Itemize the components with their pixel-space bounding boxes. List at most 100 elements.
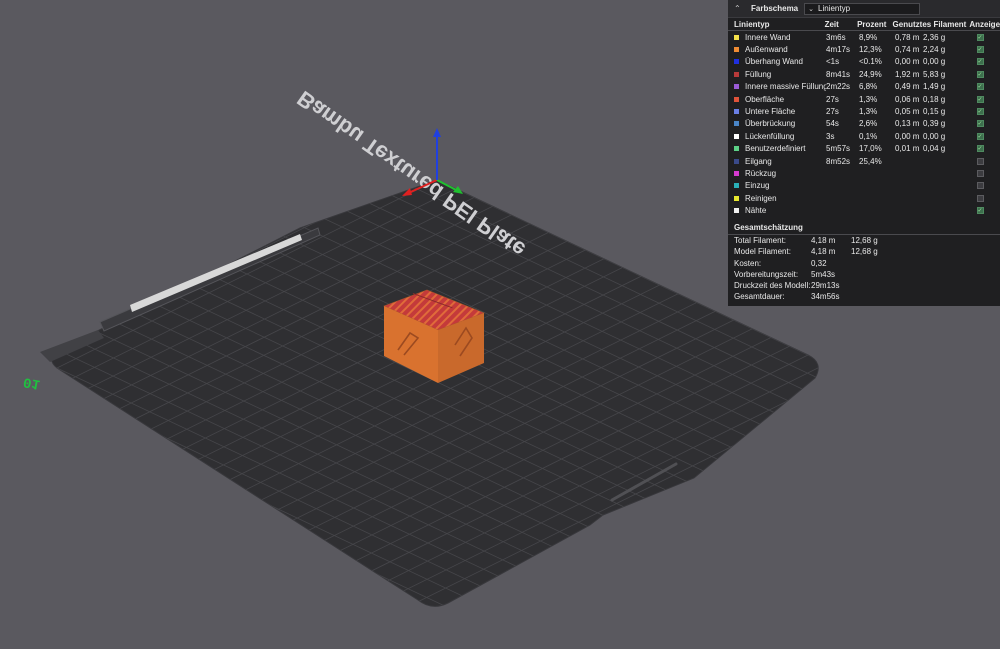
line-type-label: Überbrückung <box>745 119 796 129</box>
summary-label: Total Filament: <box>734 236 787 245</box>
color-swatch <box>734 121 739 127</box>
color-swatch <box>734 183 739 189</box>
line-type-name: Benutzerdefiniert <box>734 144 826 153</box>
color-swatch <box>734 195 739 201</box>
line-type-time: 8m52s <box>826 156 851 166</box>
summary-row: Kosten: 0,32 <box>728 257 1000 268</box>
visibility-checkbox[interactable] <box>976 182 984 190</box>
visibility-checkbox[interactable]: ✓ <box>976 46 984 54</box>
line-type-time: 27s <box>826 94 839 104</box>
legend-row: Innere Wand 3m6s 8,9% 0,78 m 2,36 g ✓ <box>728 31 1000 43</box>
line-type-label: Außenwand <box>745 45 788 55</box>
line-type-name: Oberfläche <box>734 95 826 104</box>
legend-title: Farbschema <box>751 4 799 13</box>
line-type-name: Einzug <box>734 181 826 190</box>
line-type-percent: 1,3% <box>859 107 878 117</box>
visibility-checkbox[interactable]: ✓ <box>976 207 984 215</box>
line-type-name: Eilgang <box>734 157 826 166</box>
show-toggle: ✓ <box>960 108 1000 116</box>
color-scheme-select[interactable]: ⌄ Linientyp <box>804 2 921 15</box>
line-type-time: 54s <box>826 119 839 129</box>
legend-row: Benutzerdefiniert 5m57s 17,0% 0,01 m 0,04 g ✓ <box>728 143 1000 155</box>
color-swatch <box>734 47 739 53</box>
visibility-checkbox[interactable]: ✓ <box>976 33 984 41</box>
line-type-name: Lückenfüllung <box>734 132 826 141</box>
line-type-length: 0,78 m <box>895 32 920 42</box>
summary-value-1: 29m13s <box>811 281 840 291</box>
line-type-name: Nähte <box>734 206 826 215</box>
visibility-checkbox[interactable]: ✓ <box>976 132 984 140</box>
line-type-label: Lückenfüllung <box>745 131 795 141</box>
legend-panel: ⌃ Farbschema ⌄ Linientyp Linientyp Zeit … <box>728 0 1000 306</box>
line-type-percent: <0.1% <box>859 57 882 67</box>
line-type-weight: 0,18 g <box>923 94 946 104</box>
visibility-checkbox[interactable] <box>976 169 984 177</box>
line-type-length: 0,74 m <box>895 45 920 55</box>
legend-row: Überbrückung 54s 2,6% 0,13 m 0,39 g ✓ <box>728 118 1000 130</box>
summary-title: Gesamtschätzung <box>728 222 1000 235</box>
show-toggle: ✓ <box>960 132 1000 140</box>
line-type-name: Überhang Wand <box>734 57 826 66</box>
show-toggle: ✓ <box>960 46 1000 54</box>
line-type-percent: 25,4% <box>859 156 882 166</box>
legend-row: Reinigen <box>728 192 1000 204</box>
line-type-length: 0,05 m <box>895 107 920 117</box>
visibility-checkbox[interactable]: ✓ <box>976 145 984 153</box>
line-type-length: 0,06 m <box>895 94 920 104</box>
show-toggle <box>960 182 1000 190</box>
line-type-weight: 0,39 g <box>923 119 946 129</box>
line-type-percent: 12,3% <box>859 45 882 55</box>
summary-value-1: 4,18 m <box>811 236 836 245</box>
line-type-label: Oberfläche <box>745 94 785 104</box>
visibility-checkbox[interactable] <box>976 194 984 202</box>
summary-value-1: 0,32 <box>811 258 827 268</box>
line-type-weight: 0,00 g <box>923 131 946 141</box>
visibility-checkbox[interactable]: ✓ <box>976 120 984 128</box>
summary-label: Druckzeit des Modell: <box>734 281 811 291</box>
legend-row: Oberfläche 27s 1,3% 0,06 m 0,18 g ✓ <box>728 93 1000 105</box>
legend-row: Rückzug <box>728 167 1000 179</box>
summary-value-1: 34m56s <box>811 292 840 302</box>
summary-value-1: 4,18 m <box>811 247 836 257</box>
summary-value-2: 12,68 g <box>851 236 878 245</box>
summary-row: Model Filament: 4,18 m 12,68 g <box>728 246 1000 257</box>
line-type-percent: 17,0% <box>859 144 882 154</box>
column-header-type: Linientyp <box>734 19 770 29</box>
line-type-name: Untere Fläche <box>734 107 826 116</box>
visibility-checkbox[interactable]: ✓ <box>976 70 984 78</box>
line-type-length: 0,00 m <box>895 57 920 67</box>
show-toggle: ✓ <box>960 145 1000 153</box>
line-type-time: <1s <box>826 57 840 67</box>
legend-header: ⌃ Farbschema ⌄ Linientyp <box>728 0 1000 18</box>
line-type-time: 5m57s <box>826 144 851 154</box>
build-plate <box>51 179 819 607</box>
column-header-percent: Prozent <box>857 19 887 29</box>
visibility-checkbox[interactable]: ✓ <box>976 108 984 116</box>
line-type-label: Nähte <box>745 206 767 216</box>
color-swatch <box>734 71 739 77</box>
visibility-checkbox[interactable]: ✓ <box>976 83 984 91</box>
collapse-chevron-icon[interactable]: ⌃ <box>734 4 746 13</box>
line-type-weight: 0,00 g <box>923 57 946 67</box>
legend-column-headers: Linientyp Zeit Prozent Genutztes Filamen… <box>728 18 1000 31</box>
line-type-label: Überhang Wand <box>745 57 803 67</box>
visibility-checkbox[interactable]: ✓ <box>976 95 984 103</box>
show-toggle <box>960 157 1000 165</box>
line-type-label: Innere massive Füllung <box>745 82 826 92</box>
line-type-name: Reinigen <box>734 194 826 203</box>
visibility-checkbox[interactable] <box>976 157 984 165</box>
summary-label: Vorbereitungszeit: <box>734 269 799 279</box>
line-type-percent: 2,6% <box>859 119 878 129</box>
line-type-label: Reinigen <box>745 193 777 203</box>
line-type-weight: 0,04 g <box>923 144 946 154</box>
summary-row: Gesamtdauer: 34m56s <box>728 291 1000 302</box>
line-type-name: Innere Wand <box>734 33 826 42</box>
legend-row: Einzug <box>728 180 1000 192</box>
legend-rows: Innere Wand 3m6s 8,9% 0,78 m 2,36 g ✓ Außenwan… <box>728 31 1000 217</box>
column-header-show: Anzeige <box>969 19 1000 29</box>
visibility-checkbox[interactable]: ✓ <box>976 58 984 66</box>
summary-value-2: 12,68 g <box>851 247 878 257</box>
line-type-percent: 0,1% <box>859 131 878 141</box>
summary-label: Kosten: <box>734 258 762 268</box>
plate-number: 01 <box>22 373 41 392</box>
